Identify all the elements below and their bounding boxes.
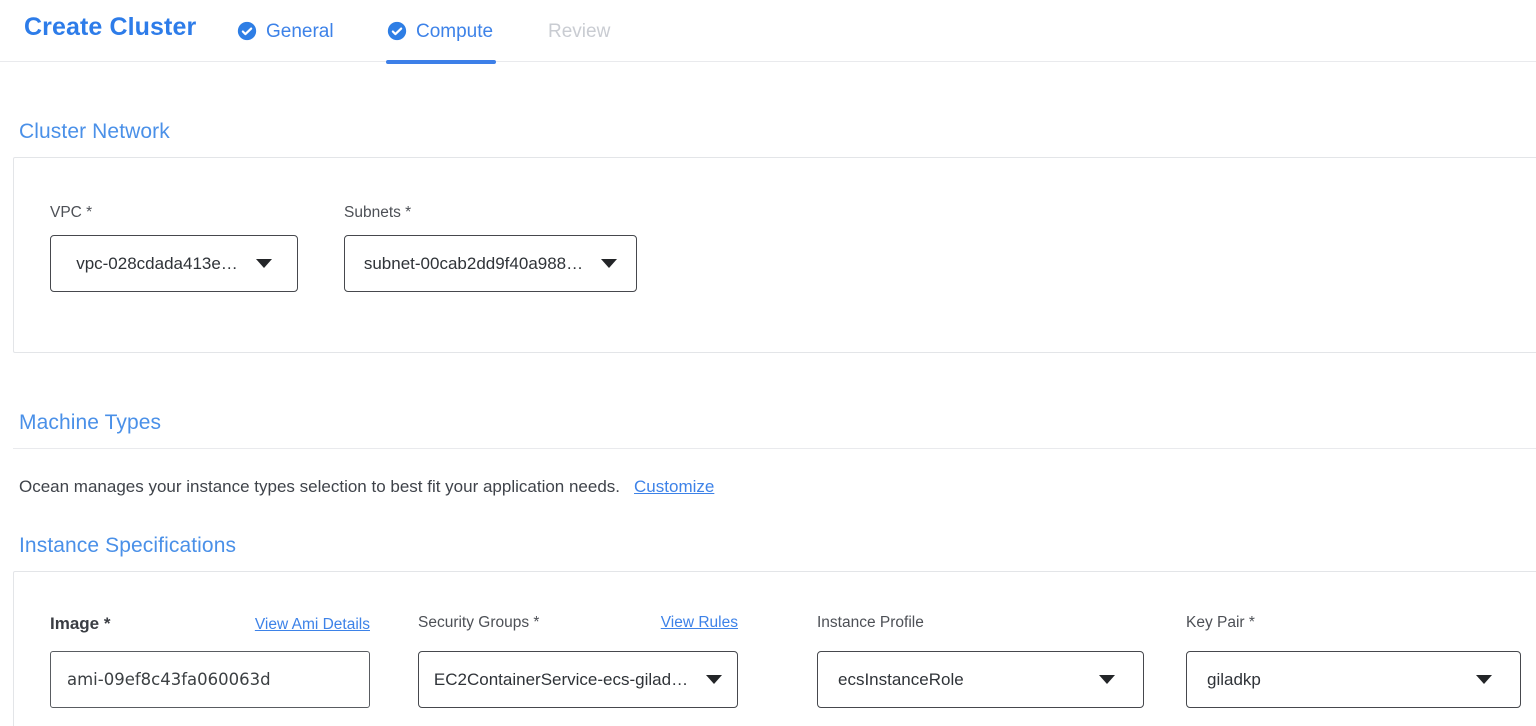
machine-types-description: Ocean manages your instance types select… [19, 477, 620, 496]
create-cluster-page: Create Cluster General Compute Review Cl… [0, 0, 1536, 726]
view-rules-link[interactable]: View Rules [661, 614, 738, 632]
card-cluster-network: VPC * vpc-028cdada413e… Subnets * subnet… [13, 157, 1536, 353]
caret-down-icon [706, 675, 722, 684]
instance-profile-select[interactable]: ecsInstanceRole [817, 651, 1144, 708]
view-ami-details-link[interactable]: View Ami Details [255, 616, 370, 634]
instance-profile-label: Instance Profile [817, 614, 924, 632]
tab-general-label: General [266, 22, 334, 41]
image-input[interactable] [50, 651, 370, 708]
machine-types-description-row: Ocean manages your instance types select… [19, 477, 714, 497]
key-pair-label: Key Pair * [1186, 614, 1255, 632]
tab-compute-label: Compute [416, 22, 493, 41]
section-heading-machine-types: Machine Types [19, 411, 161, 435]
key-pair-field-group: Key Pair * giladkp [1186, 572, 1521, 726]
instance-profile-select-value: ecsInstanceRole [838, 670, 964, 690]
key-pair-select-value: giladkp [1207, 670, 1261, 690]
subnets-label: Subnets * [344, 204, 411, 222]
instance-profile-field-group: Instance Profile ecsInstanceRole [817, 572, 1144, 726]
caret-down-icon [601, 259, 617, 268]
customize-link[interactable]: Customize [634, 477, 714, 496]
security-groups-label: Security Groups * [418, 614, 539, 632]
security-groups-field-group: Security Groups * View Rules EC2Containe… [418, 572, 738, 726]
check-circle-icon [387, 21, 407, 41]
wizard-header: Create Cluster General Compute Review [0, 0, 1536, 62]
security-groups-select-value: EC2ContainerService-ecs-gilad… [434, 670, 688, 690]
check-circle-icon [237, 21, 257, 41]
card-instance-specifications: Image * View Ami Details Security Groups… [13, 571, 1536, 726]
section-heading-instance-specifications: Instance Specifications [19, 534, 236, 558]
subnets-select[interactable]: subnet-00cab2dd9f40a988… [344, 235, 637, 292]
caret-down-icon [1476, 675, 1492, 684]
vpc-select-value: vpc-028cdada413e… [76, 254, 238, 274]
tab-compute[interactable]: Compute [387, 16, 493, 46]
tab-review-label: Review [548, 22, 610, 41]
tab-general[interactable]: General [237, 16, 334, 46]
caret-down-icon [1099, 675, 1115, 684]
vpc-select[interactable]: vpc-028cdada413e… [50, 235, 298, 292]
image-field-group: Image * View Ami Details [50, 572, 370, 726]
vpc-label: VPC * [50, 204, 92, 222]
active-tab-underline [386, 60, 496, 64]
image-label: Image * [50, 614, 110, 634]
security-groups-select[interactable]: EC2ContainerService-ecs-gilad… [418, 651, 738, 708]
section-heading-cluster-network: Cluster Network [19, 120, 170, 144]
subnets-select-value: subnet-00cab2dd9f40a988… [364, 254, 583, 274]
tab-review[interactable]: Review [548, 16, 610, 46]
page-title: Create Cluster [24, 13, 196, 42]
machine-types-divider [13, 448, 1536, 449]
caret-down-icon [256, 259, 272, 268]
key-pair-select[interactable]: giladkp [1186, 651, 1521, 708]
